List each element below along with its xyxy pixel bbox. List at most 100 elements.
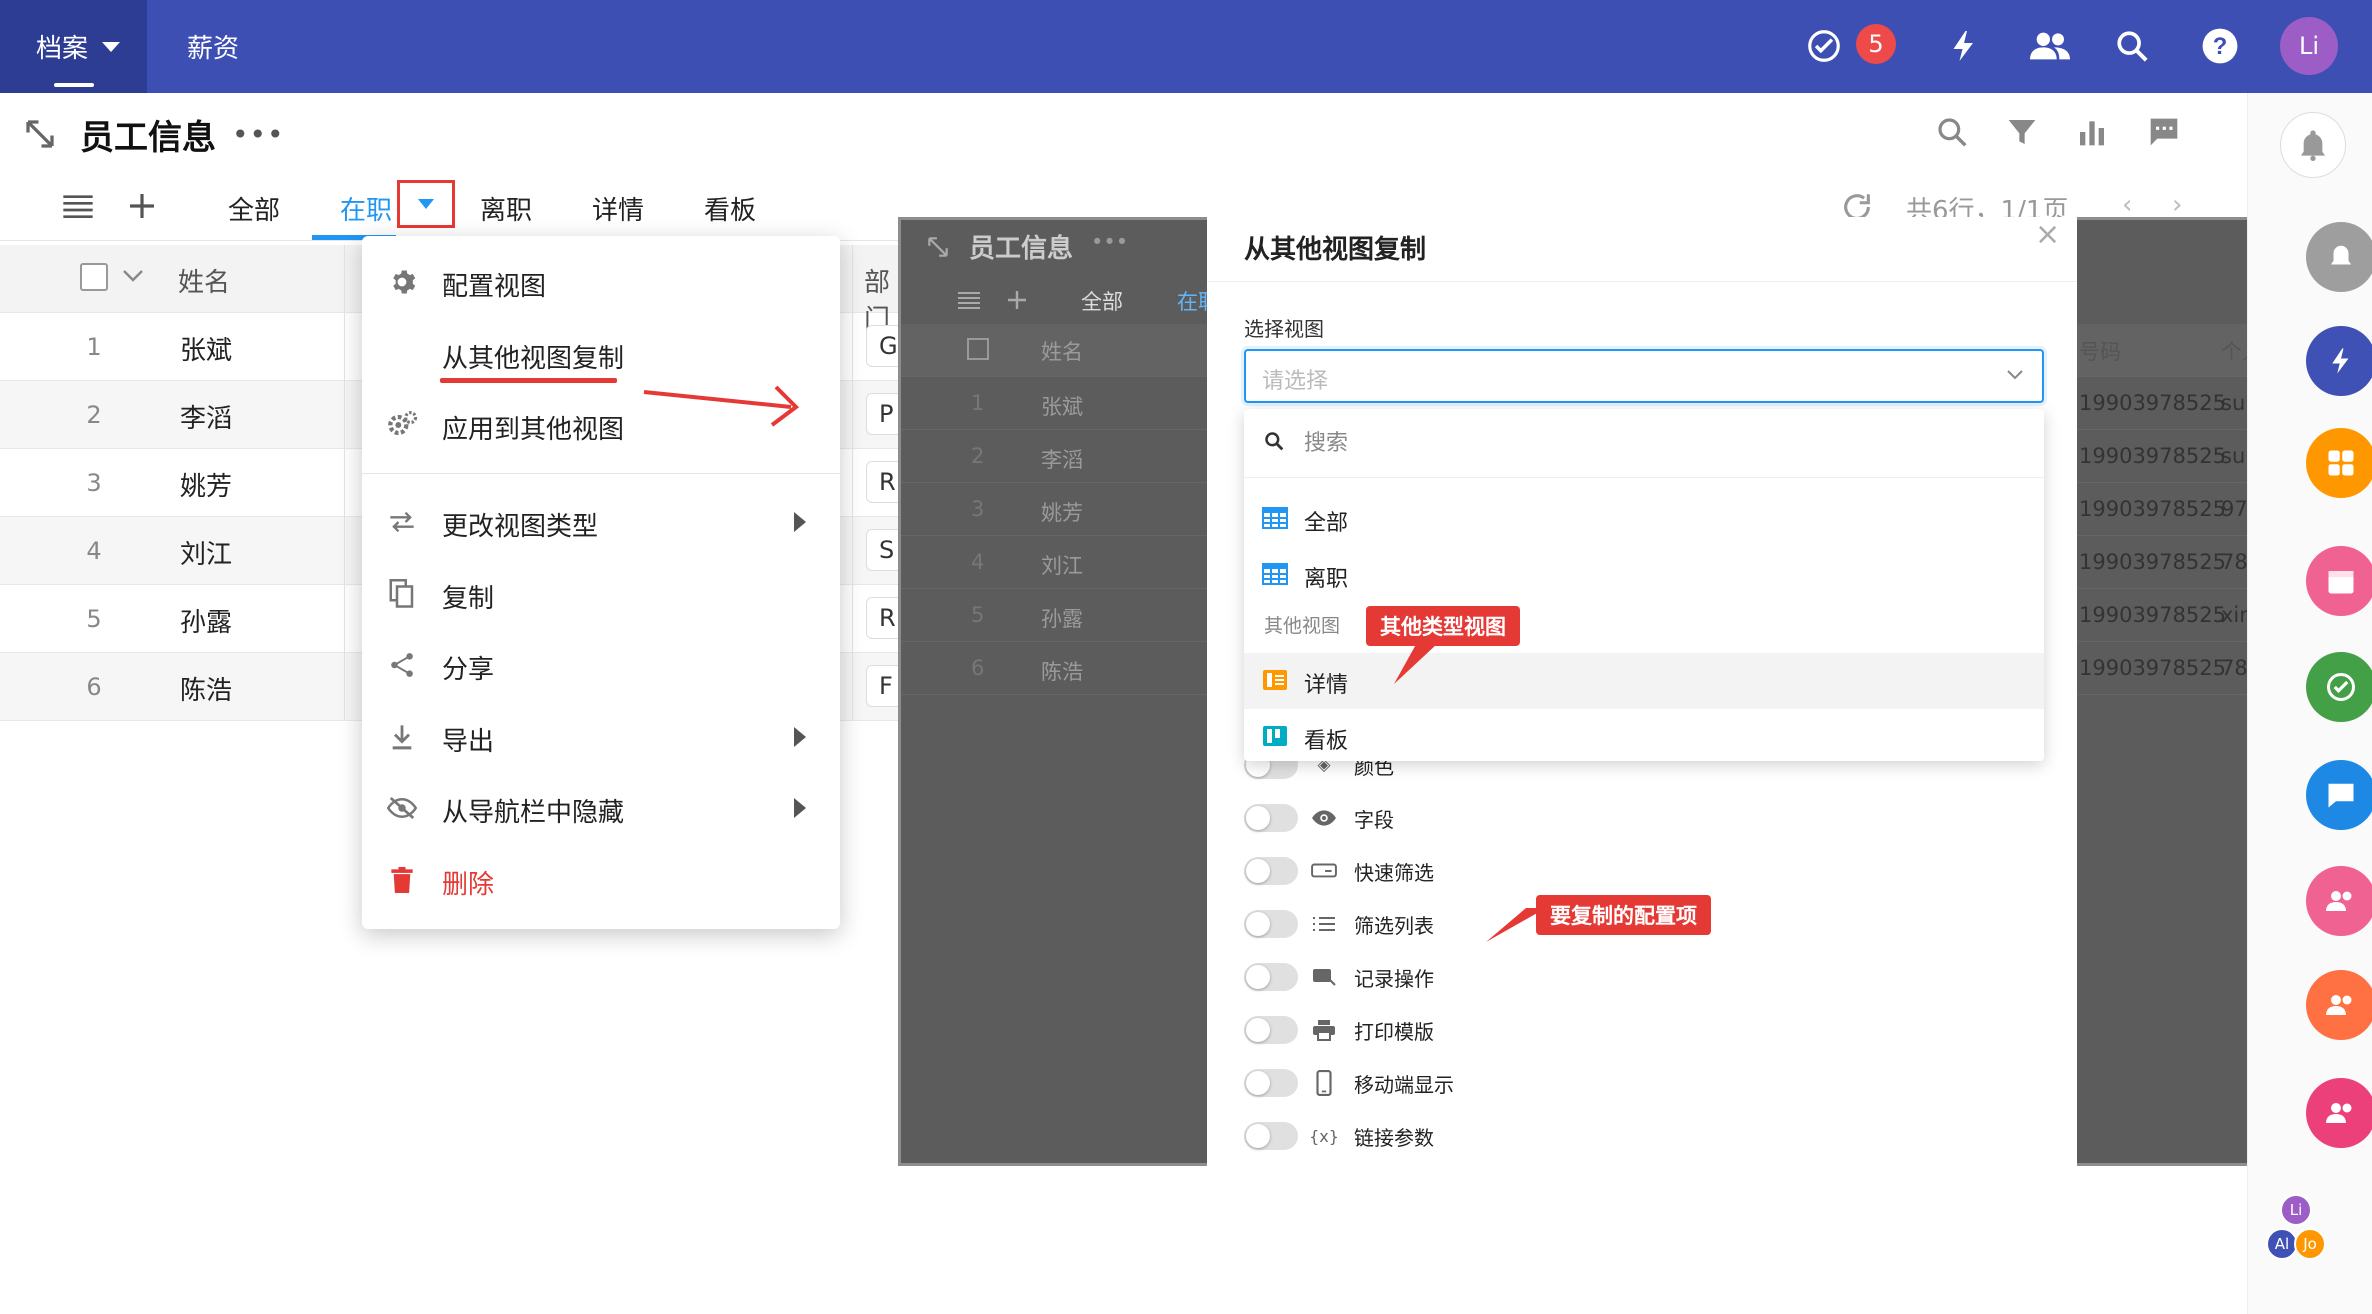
share-icon [386, 649, 418, 681]
tab-active-employees[interactable]: 在职 [340, 190, 392, 227]
menu-item-duplicate[interactable]: 复制 [362, 565, 840, 623]
toggle-switch[interactable] [1244, 804, 1298, 832]
menu-item-hide-from-nav[interactable]: 从导航栏中隐藏 [362, 779, 840, 837]
bell-icon[interactable] [2280, 112, 2346, 178]
rail-app-calendar-icon[interactable] [2306, 546, 2372, 616]
column-header-name[interactable]: 姓名 [178, 262, 230, 299]
close-icon[interactable]: × [2035, 217, 2060, 252]
tab-all[interactable]: 全部 [228, 190, 280, 227]
option-label: 看板 [1304, 729, 1349, 754]
page-title: 员工信息 [80, 118, 216, 158]
more-options-button[interactable]: ••• [232, 118, 285, 151]
toggle-switch[interactable] [1244, 1122, 1298, 1150]
menu-item-label: 更改视图类型 [442, 512, 599, 542]
view-dropdown-toggle[interactable] [397, 180, 455, 228]
filter-icon[interactable] [2000, 110, 2044, 154]
view-select[interactable]: 请选择 [1244, 349, 2044, 403]
task-check-icon[interactable] [1800, 22, 1848, 70]
notification-badge[interactable]: 5 [1856, 24, 1896, 64]
background-cell-name: 姚芳 [1041, 501, 1083, 525]
toggle-switch[interactable] [1244, 910, 1298, 938]
tab-resigned[interactable]: 离职 [480, 190, 532, 227]
header-search-icon[interactable] [1930, 110, 1974, 154]
record-action-icon [1310, 965, 1338, 989]
callout-config-items: 要复制的配置项 [1536, 895, 1711, 935]
option-all[interactable]: 全部 [1244, 491, 2044, 547]
background-cell-name: 张斌 [1041, 395, 1083, 419]
nav-tab-salary[interactable]: 薪资 [187, 28, 239, 65]
dropdown-search-input[interactable] [1304, 423, 2004, 463]
avatar[interactable]: Li [2280, 1194, 2312, 1226]
cell-name[interactable]: 陈浩 [180, 670, 232, 707]
option-detail[interactable]: 详情 [1244, 653, 2044, 709]
rail-app-tasks-icon[interactable] [2306, 652, 2372, 722]
nav-tab-archive[interactable]: 档案 [0, 0, 147, 93]
menu-item-export[interactable]: 导出 [362, 708, 840, 766]
config-item-link-params: {x} 链接参数 [1244, 1116, 1644, 1156]
dialog-title: 从其他视图复制 [1244, 235, 1427, 265]
expand-icon[interactable] [22, 116, 58, 152]
rail-app-automation-icon[interactable] [2306, 326, 2372, 396]
background-col-phone: 号码 [2079, 340, 2121, 364]
cell-name[interactable]: 李滔 [180, 398, 232, 435]
background-cell-name: 陈浩 [1041, 660, 1083, 684]
toggle-switch[interactable] [1244, 963, 1298, 991]
menu-item-label: 从其他视图复制 [442, 344, 625, 374]
menu-item-change-view-type[interactable]: 更改视图类型 [362, 493, 840, 551]
view-list-menu-icon[interactable] [62, 192, 94, 220]
eye-off-icon [386, 792, 418, 824]
config-item-label: 移动端显示 [1354, 1073, 1454, 1097]
config-item-label: 字段 [1354, 808, 1394, 832]
rail-app-grid-icon[interactable] [2306, 428, 2372, 498]
expand-icon [928, 237, 948, 257]
toggle-switch[interactable] [1244, 1016, 1298, 1044]
background-cell-phone: 19903978525 [2079, 497, 2226, 521]
cell-name[interactable]: 孙露 [180, 602, 232, 639]
cell-name[interactable]: 张斌 [180, 330, 232, 367]
comment-icon[interactable] [2142, 110, 2186, 154]
background-page-title: 员工信息 [969, 234, 1074, 264]
rail-app-team-icon[interactable] [2306, 1078, 2372, 1148]
help-icon[interactable]: ? [2196, 22, 2244, 70]
add-view-icon [1008, 291, 1026, 309]
option-resigned[interactable]: 离职 [1244, 547, 2044, 603]
copy-icon [386, 578, 418, 610]
next-page-button[interactable]: › [2172, 190, 2182, 220]
gears-icon [386, 409, 418, 441]
option-label: 详情 [1304, 673, 1349, 698]
contacts-icon[interactable] [2026, 22, 2074, 70]
background-checkbox [967, 338, 989, 360]
search-icon[interactable] [2108, 22, 2156, 70]
option-kanban[interactable]: 看板 [1244, 709, 2044, 765]
prev-page-button[interactable]: ‹ [2122, 190, 2132, 220]
tab-kanban[interactable]: 看板 [704, 190, 756, 227]
chart-icon[interactable] [2070, 110, 2114, 154]
menu-item-share[interactable]: 分享 [362, 636, 840, 694]
menu-item-configure-view[interactable]: 配置视图 [362, 253, 840, 311]
highlight-underline [440, 378, 617, 383]
config-item-label: 筛选列表 [1354, 914, 1434, 938]
trash-icon [386, 864, 418, 896]
tab-detail[interactable]: 详情 [592, 190, 644, 227]
config-item-label: 记录操作 [1354, 967, 1434, 991]
avatar[interactable]: Jo [2294, 1228, 2326, 1260]
submenu-arrow-icon [794, 512, 806, 532]
user-avatar[interactable]: Li [2280, 17, 2338, 75]
chevron-down-icon[interactable] [122, 269, 144, 283]
cell-name[interactable]: 姚芳 [180, 466, 232, 503]
rail-app-notifications-icon[interactable] [2306, 222, 2372, 292]
toggle-switch[interactable] [1244, 857, 1298, 885]
menu-item-label: 分享 [442, 655, 495, 685]
menu-item-label: 从导航栏中隐藏 [442, 798, 625, 828]
rail-app-people-icon[interactable] [2306, 970, 2372, 1040]
toggle-switch[interactable] [1244, 1069, 1298, 1097]
add-view-icon[interactable] [126, 190, 158, 222]
rail-app-chat-icon[interactable] [2306, 760, 2372, 830]
rail-app-users-icon[interactable] [2306, 866, 2372, 936]
grid-table-icon [1262, 507, 1288, 529]
select-all-checkbox[interactable] [80, 263, 108, 291]
menu-item-delete[interactable]: 删除 [362, 851, 840, 909]
cell-name[interactable]: 刘江 [180, 534, 232, 571]
gear-icon [386, 266, 418, 298]
magic-lightning-icon[interactable] [1940, 22, 1988, 70]
